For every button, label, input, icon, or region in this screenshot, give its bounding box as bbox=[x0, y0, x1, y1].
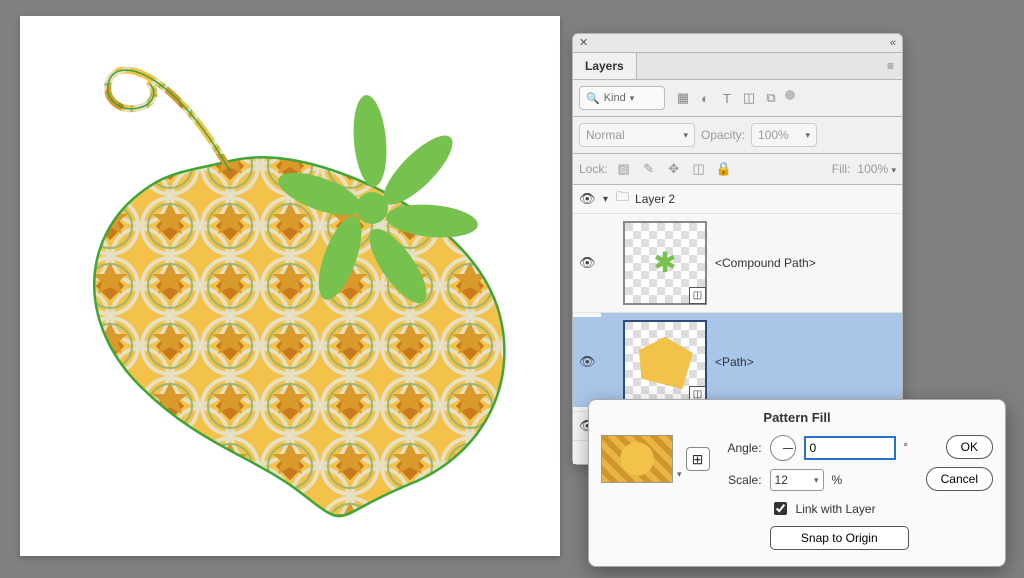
dialog-button-column: OK Cancel bbox=[919, 435, 993, 550]
dialog-title: Pattern Fill bbox=[601, 410, 993, 425]
filter-type-icons: ▦ ◐ T ◫ ⧉ bbox=[675, 90, 795, 106]
blend-mode-value: Normal bbox=[586, 128, 625, 142]
cancel-button[interactable]: Cancel bbox=[926, 467, 993, 491]
adjust-filter-icon[interactable]: ◐ bbox=[697, 90, 713, 106]
scale-input[interactable]: 12 ▾ bbox=[770, 469, 824, 491]
chevron-down-icon: ▾ bbox=[891, 165, 896, 175]
chevron-down-icon: ▾ bbox=[814, 475, 819, 486]
swatch-dropdown-icon[interactable]: ▾ bbox=[677, 435, 682, 480]
degree-symbol: ° bbox=[904, 442, 908, 454]
lock-move-icon[interactable]: ✥ bbox=[665, 160, 683, 178]
pattern-swatch[interactable] bbox=[601, 435, 673, 483]
angle-row: Angle: ° bbox=[720, 435, 909, 461]
pattern-fill-dialog: Pattern Fill ▾ ⊞ Angle: ° Scale: 12 ▾ % bbox=[588, 399, 1006, 567]
layer-item[interactable]: ✱ ◫ <Compound Path> bbox=[601, 214, 902, 312]
blend-mode-select[interactable]: Normal ▾ bbox=[579, 123, 695, 147]
folder-icon: 🗀 bbox=[616, 188, 629, 210]
link-with-layer-checkbox[interactable] bbox=[774, 502, 787, 515]
layer-item-row: 👁 ◫ <Path> bbox=[573, 313, 902, 412]
pattern-fields: Angle: ° Scale: 12 ▾ % Link with Layer S… bbox=[720, 435, 909, 550]
thumb-leaf-icon bbox=[634, 332, 696, 392]
panel-collapse-icon[interactable]: « bbox=[890, 37, 896, 49]
link-row: Link with Layer bbox=[770, 499, 909, 518]
opacity-input[interactable]: 100% ▾ bbox=[751, 123, 817, 147]
visibility-icon[interactable]: 👁 bbox=[573, 317, 601, 407]
fill-label: Fill: bbox=[832, 162, 851, 176]
chevron-down-icon: ▾ bbox=[630, 93, 635, 104]
filter-kind-label: Kind bbox=[604, 92, 626, 104]
layer-name: <Path> bbox=[715, 355, 754, 369]
opacity-label: Opacity: bbox=[701, 128, 745, 142]
scale-row: Scale: 12 ▾ % bbox=[720, 469, 909, 491]
tendril-outline bbox=[108, 70, 230, 171]
angle-input[interactable] bbox=[804, 436, 896, 460]
lock-row: Lock: ▨ ✎ ✥ ◫ 🔒 Fill: 100% ▾ bbox=[573, 154, 902, 185]
lock-pixels-icon[interactable]: ▨ bbox=[615, 160, 633, 178]
thumb-flower-icon: ✱ bbox=[653, 249, 676, 277]
create-new-preset-button[interactable]: ⊞ bbox=[686, 447, 710, 471]
panel-menu-icon[interactable]: ≡ bbox=[879, 55, 902, 77]
angle-label: Angle: bbox=[720, 441, 762, 455]
tab-layers[interactable]: Layers bbox=[573, 53, 637, 79]
pattern-swatch-column: ▾ ⊞ bbox=[601, 435, 710, 550]
panel-tabs: Layers ≡ bbox=[573, 53, 902, 80]
lock-all-icon[interactable]: 🔒 bbox=[715, 160, 733, 178]
lock-brush-icon[interactable]: ✎ bbox=[640, 160, 658, 178]
layer-group-name: Layer 2 bbox=[635, 192, 675, 206]
image-filter-icon[interactable]: ▦ bbox=[675, 90, 691, 106]
ok-button[interactable]: OK bbox=[946, 435, 993, 459]
scale-value: 12 bbox=[775, 473, 788, 487]
layer-item[interactable]: ◫ <Path> bbox=[601, 313, 902, 411]
panel-titlebar: ✕ « bbox=[573, 34, 902, 53]
layer-filter-row: 🔍 Kind ▾ ▦ ◐ T ◫ ⧉ bbox=[573, 80, 902, 117]
opacity-value: 100% bbox=[758, 128, 789, 142]
shape-filter-icon[interactable]: ◫ bbox=[741, 90, 757, 106]
chevron-down-icon: ▾ bbox=[683, 130, 688, 141]
vector-mask-badge-icon: ◫ bbox=[689, 287, 706, 304]
fill-value: 100% bbox=[857, 162, 888, 176]
lock-label: Lock: bbox=[579, 162, 608, 176]
filter-kind-select[interactable]: 🔍 Kind ▾ bbox=[579, 86, 665, 110]
layer-thumbnail: ✱ ◫ bbox=[623, 221, 707, 305]
artwork-svg bbox=[20, 16, 560, 556]
snap-to-origin-button[interactable]: Snap to Origin bbox=[770, 526, 909, 550]
visibility-icon[interactable]: 👁 bbox=[579, 191, 595, 207]
layer-name: <Compound Path> bbox=[715, 256, 816, 270]
search-icon: 🔍 bbox=[586, 92, 600, 105]
tendril-path bbox=[108, 70, 230, 171]
scale-unit: % bbox=[832, 473, 843, 487]
layer-group-row[interactable]: 👁 ▾ 🗀 Layer 2 bbox=[573, 185, 902, 214]
smart-filter-icon[interactable]: ⧉ bbox=[763, 90, 779, 106]
lock-artboard-icon[interactable]: ◫ bbox=[690, 160, 708, 178]
scale-label: Scale: bbox=[720, 473, 762, 487]
layer-item-row: 👁 ✱ ◫ <Compound Path> bbox=[573, 214, 902, 313]
blend-row: Normal ▾ Opacity: 100% ▾ bbox=[573, 117, 902, 154]
chevron-down-icon: ▾ bbox=[805, 130, 810, 141]
link-with-layer-label: Link with Layer bbox=[796, 502, 876, 516]
visibility-icon[interactable]: 👁 bbox=[573, 255, 601, 271]
panel-close-icon[interactable]: ✕ bbox=[579, 38, 589, 48]
fill-input[interactable]: 100% ▾ bbox=[857, 162, 896, 176]
canvas-artboard bbox=[20, 16, 560, 556]
text-filter-icon[interactable]: T bbox=[719, 90, 735, 106]
angle-dial[interactable] bbox=[770, 435, 796, 461]
layer-thumbnail: ◫ bbox=[623, 320, 707, 404]
caret-down-icon[interactable]: ▾ bbox=[603, 194, 608, 205]
artboard-filter-icon[interactable] bbox=[785, 90, 795, 100]
